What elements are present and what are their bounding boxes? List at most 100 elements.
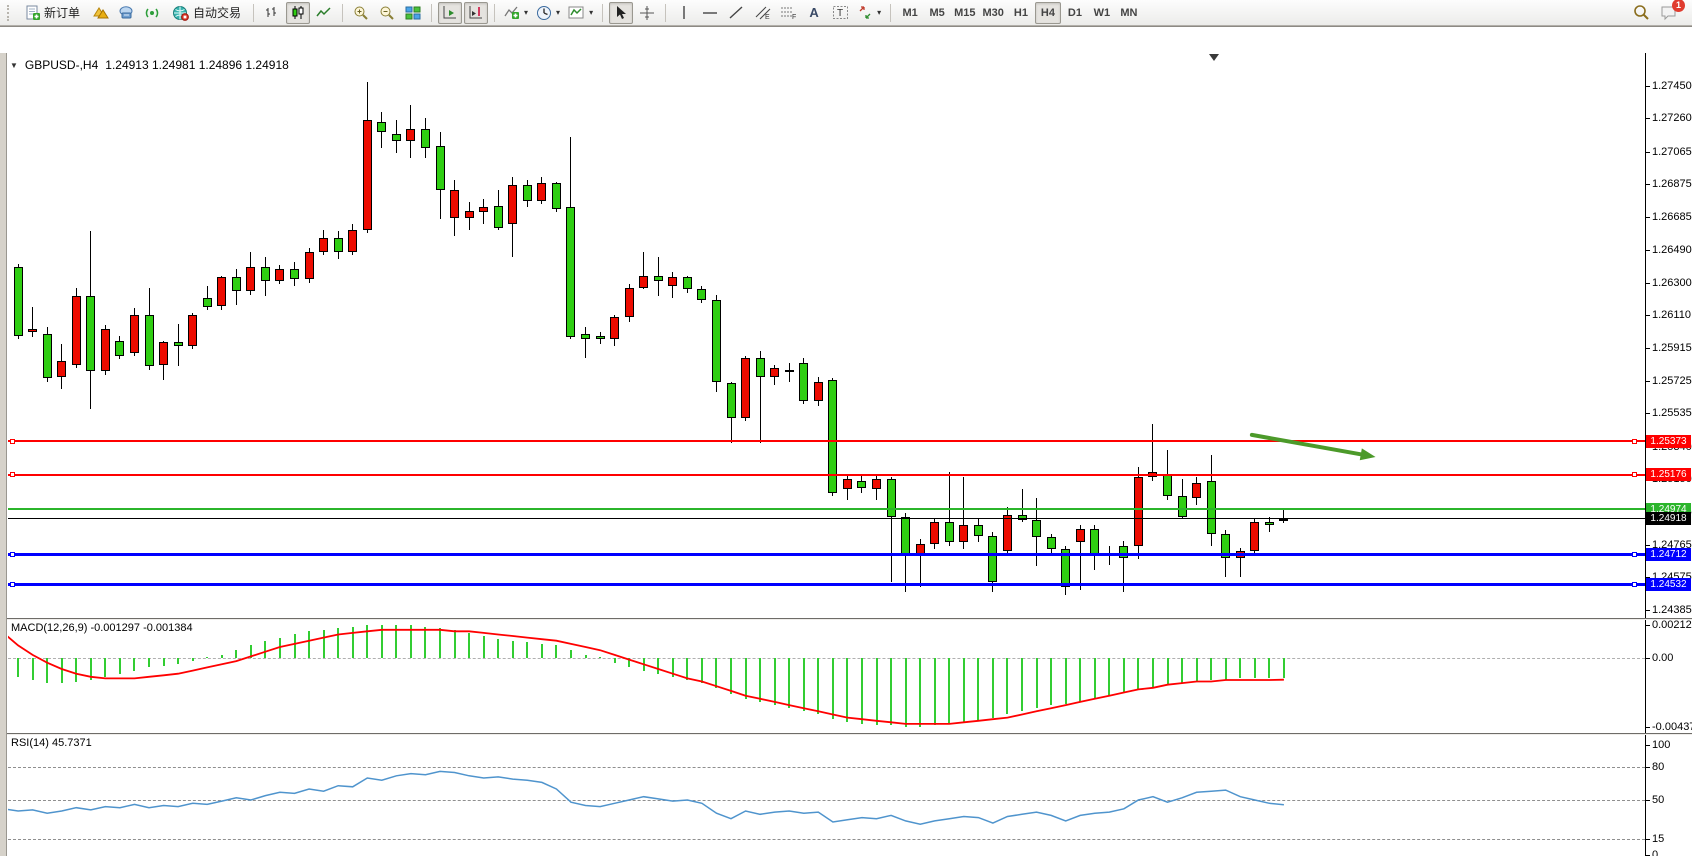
timeframe-h1[interactable]: H1 bbox=[1008, 2, 1034, 24]
resistance-line-1-handle[interactable] bbox=[1632, 439, 1637, 444]
timeframe-m15[interactable]: M15 bbox=[951, 2, 978, 24]
chevron-down-icon: ▾ bbox=[524, 8, 528, 17]
toolbar-grip[interactable] bbox=[7, 5, 14, 21]
timeframe-m1[interactable]: M1 bbox=[897, 2, 923, 24]
resistance-line-2-handle[interactable] bbox=[1632, 472, 1637, 477]
candle bbox=[1032, 520, 1041, 537]
candle bbox=[217, 277, 226, 306]
candle bbox=[43, 334, 52, 378]
price-axis[interactable]: 1.274501.272601.270651.268751.266851.264… bbox=[1646, 53, 1692, 856]
chevron-down-icon: ▾ bbox=[877, 8, 881, 17]
timeframe-w1[interactable]: W1 bbox=[1089, 2, 1115, 24]
candle bbox=[828, 380, 837, 493]
candle bbox=[770, 368, 779, 377]
zoom-out-button[interactable] bbox=[375, 2, 399, 24]
macd-pane[interactable]: MACD(12,26,9) -0.001297 -0.001384 bbox=[8, 620, 1645, 733]
trendline-button[interactable] bbox=[724, 2, 748, 24]
periods-button[interactable]: ▾ bbox=[533, 2, 563, 24]
price-pane[interactable] bbox=[8, 53, 1645, 618]
candle bbox=[945, 522, 954, 543]
candle bbox=[188, 315, 197, 346]
signals-button[interactable] bbox=[140, 2, 164, 24]
timeframe-group: M1M5M15M30H1H4D1W1MN bbox=[897, 2, 1142, 24]
price-tick-mark bbox=[1646, 86, 1650, 87]
support-line-blue-2-handle[interactable] bbox=[10, 582, 15, 587]
timeframe-m30[interactable]: M30 bbox=[980, 2, 1007, 24]
templates-icon bbox=[568, 5, 585, 20]
candle bbox=[101, 329, 110, 372]
price-tick-mark bbox=[1646, 184, 1650, 185]
chart-shift-button[interactable] bbox=[464, 2, 488, 24]
price-tick-mark bbox=[1646, 610, 1650, 611]
horizontal-line-button[interactable] bbox=[698, 2, 722, 24]
candle bbox=[1163, 474, 1172, 496]
support-line-green[interactable] bbox=[8, 508, 1645, 510]
terminal-button[interactable] bbox=[114, 2, 138, 24]
candle bbox=[232, 277, 241, 291]
equidistant-channel-button[interactable]: E bbox=[750, 2, 774, 24]
text-button[interactable]: A bbox=[802, 2, 826, 24]
timeframe-h4[interactable]: H4 bbox=[1035, 2, 1061, 24]
candle bbox=[741, 358, 750, 418]
resistance-line-1-handle[interactable] bbox=[10, 439, 15, 444]
support-line-blue-2-handle[interactable] bbox=[1632, 582, 1637, 587]
resistance-line-2-handle[interactable] bbox=[10, 472, 15, 477]
candle bbox=[1047, 537, 1056, 549]
candle bbox=[901, 517, 910, 556]
candle bbox=[14, 267, 23, 335]
cursor-button[interactable] bbox=[609, 2, 633, 24]
timeframe-d1[interactable]: D1 bbox=[1062, 2, 1088, 24]
support-line-blue-1-handle[interactable] bbox=[10, 552, 15, 557]
candle bbox=[1250, 522, 1259, 551]
timeframe-mn[interactable]: MN bbox=[1116, 2, 1142, 24]
auto-scroll-button[interactable] bbox=[438, 2, 462, 24]
chart-profile-button[interactable] bbox=[88, 2, 112, 24]
candle bbox=[305, 252, 314, 279]
candle bbox=[843, 479, 852, 489]
price-tick-label: 1.27260 bbox=[1652, 112, 1692, 124]
separator bbox=[890, 4, 891, 22]
search-icon[interactable] bbox=[1633, 4, 1650, 21]
chart-dropdown-icon[interactable]: ▼ bbox=[10, 61, 18, 70]
rsi-pane[interactable]: RSI(14) 45.7371 bbox=[8, 735, 1645, 856]
templates-button[interactable]: ▾ bbox=[565, 2, 596, 24]
chart-shift-marker-icon[interactable] bbox=[1209, 54, 1219, 61]
indicators-button[interactable]: ▾ bbox=[501, 2, 531, 24]
zoom-in-icon bbox=[353, 5, 369, 21]
vertical-line-button[interactable] bbox=[672, 2, 696, 24]
support-line-blue-2[interactable] bbox=[8, 583, 1645, 586]
fibonacci-icon: F bbox=[780, 5, 797, 20]
price-tick-mark bbox=[1646, 413, 1650, 414]
auto-trading-icon bbox=[172, 5, 190, 21]
candle bbox=[727, 383, 736, 417]
line-chart-button[interactable] bbox=[312, 2, 336, 24]
auto-trading-button[interactable]: 自动交易 bbox=[166, 2, 247, 24]
new-order-button[interactable]: 新订单 bbox=[19, 2, 86, 24]
candle bbox=[348, 230, 357, 252]
arrows-tool-button[interactable]: ▾ bbox=[854, 2, 884, 24]
window-left-edge bbox=[0, 53, 7, 856]
price-tick-label: 1.24385 bbox=[1652, 604, 1692, 616]
new-order-label: 新订单 bbox=[44, 4, 80, 21]
resistance-line-2[interactable] bbox=[8, 474, 1645, 476]
bar-chart-button[interactable] bbox=[260, 2, 284, 24]
bid-price-line[interactable] bbox=[8, 518, 1645, 519]
candlestick-chart-button[interactable] bbox=[286, 2, 310, 24]
timeframe-m5[interactable]: M5 bbox=[924, 2, 950, 24]
new-order-icon bbox=[25, 5, 41, 21]
zoom-in-button[interactable] bbox=[349, 2, 373, 24]
crosshair-button[interactable] bbox=[635, 2, 659, 24]
tile-windows-button[interactable] bbox=[401, 2, 425, 24]
support-line-blue-1-handle[interactable] bbox=[1632, 552, 1637, 557]
candle bbox=[334, 238, 343, 252]
price-tick-mark bbox=[1646, 152, 1650, 153]
candle bbox=[959, 525, 968, 542]
candle bbox=[290, 269, 299, 279]
text-label-button[interactable]: T bbox=[828, 2, 852, 24]
candle bbox=[683, 277, 692, 289]
support-line-blue-1[interactable] bbox=[8, 553, 1645, 556]
chat-button[interactable]: 1 bbox=[1660, 5, 1678, 21]
candle bbox=[887, 479, 896, 517]
fibonacci-button[interactable]: F bbox=[776, 2, 800, 24]
resistance-line-1[interactable] bbox=[8, 440, 1645, 442]
